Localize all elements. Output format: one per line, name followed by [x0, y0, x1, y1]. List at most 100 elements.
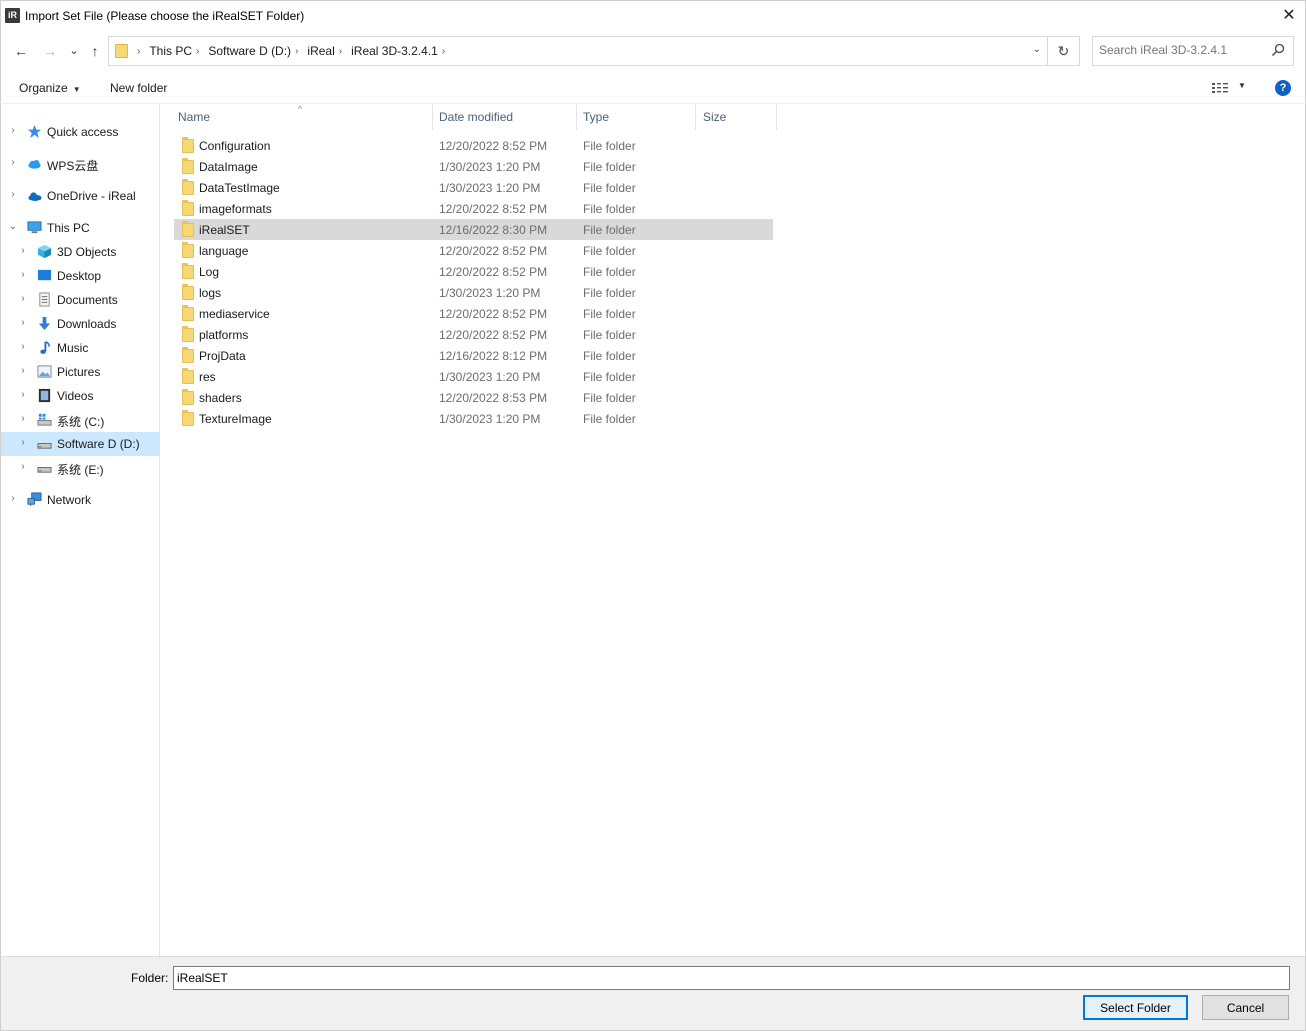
address-bar[interactable]: › This PC › Software D (D:) › iReal › iReal 3D-… — [108, 36, 1048, 66]
chevron-right-icon[interactable]: › — [18, 341, 28, 352]
sidebar-item-label: Videos — [57, 389, 94, 403]
sidebar-item-music[interactable]: › Music — [1, 336, 159, 360]
file-row[interactable]: iRealSET 12/16/2022 8:30 PM File folder — [174, 219, 773, 240]
sidebar-item-label: WPS云盘 — [47, 159, 99, 173]
chevron-right-icon[interactable]: › — [18, 461, 28, 472]
breadcrumb-separator-icon[interactable]: › — [442, 46, 445, 57]
column-divider[interactable] — [432, 104, 433, 130]
file-row[interactable]: TextureImage 1/30/2023 1:20 PM File folder — [174, 408, 773, 429]
sidebar-item-documents[interactable]: › Documents — [1, 288, 159, 312]
column-header-name[interactable]: Name — [178, 104, 210, 130]
chevron-right-icon[interactable]: › — [8, 493, 18, 504]
back-button[interactable]: ← — [11, 41, 31, 61]
breadcrumb-item[interactable]: This PC — [149, 44, 192, 58]
computer-icon — [27, 220, 42, 235]
chevron-right-icon[interactable]: › — [18, 269, 28, 280]
column-divider[interactable] — [695, 104, 696, 130]
folder-icon — [115, 44, 128, 58]
column-header-date[interactable]: Date modified — [439, 104, 513, 130]
view-dropdown-button[interactable]: ▼ — [1238, 81, 1246, 90]
folder-name-input[interactable] — [173, 966, 1290, 990]
sidebar-item-wps[interactable]: › WPS云盘 — [1, 152, 159, 176]
file-row[interactable]: mediaservice 12/20/2022 8:52 PM File folde… — [174, 303, 773, 324]
breadcrumb-separator-icon[interactable]: › — [196, 46, 199, 57]
column-divider[interactable] — [776, 104, 777, 130]
file-date-modified: 12/16/2022 8:30 PM — [439, 223, 548, 237]
sidebar-item-quick-access[interactable]: › Quick access — [1, 120, 159, 144]
file-row[interactable]: ProjData 12/16/2022 8:12 PM File folder — [174, 345, 773, 366]
new-folder-button[interactable]: New folder — [110, 81, 167, 95]
file-date-modified: 1/30/2023 1:20 PM — [439, 370, 541, 384]
search-icon[interactable] — [1271, 43, 1285, 57]
cancel-button[interactable]: Cancel — [1202, 995, 1289, 1020]
chevron-right-icon[interactable]: › — [18, 317, 28, 328]
forward-button[interactable]: → — [40, 41, 60, 61]
file-row[interactable]: language 12/20/2022 8:52 PM File folder — [174, 240, 773, 261]
refresh-button[interactable]: ↻ — [1048, 36, 1080, 66]
sidebar-item-3d-objects[interactable]: › 3D Objects — [1, 240, 159, 264]
sidebar-item-c[interactable]: › 系统 (C:) — [1, 408, 159, 432]
breadcrumb-item[interactable]: iReal 3D-3.2.4.1 — [351, 44, 438, 58]
search-box[interactable] — [1092, 36, 1294, 66]
breadcrumb-separator-icon[interactable]: › — [295, 46, 298, 57]
file-name: TextureImage — [199, 412, 272, 426]
breadcrumb-separator-icon[interactable]: › — [137, 46, 140, 57]
file-row[interactable]: DataImage 1/30/2023 1:20 PM File folder — [174, 156, 773, 177]
view-options-icon[interactable] — [1211, 81, 1231, 95]
file-type: File folder — [583, 286, 636, 300]
chevron-right-icon[interactable]: › — [18, 413, 28, 424]
file-row[interactable]: logs 1/30/2023 1:20 PM File folder — [174, 282, 773, 303]
sidebar-item-label: Downloads — [57, 317, 117, 331]
file-row[interactable]: platforms 12/20/2022 8:52 PM File folder — [174, 324, 773, 345]
chevron-right-icon[interactable]: › — [18, 293, 28, 304]
file-row[interactable]: Log 12/20/2022 8:52 PM File folder — [174, 261, 773, 282]
chevron-down-icon[interactable]: ⌄ — [8, 221, 18, 232]
file-type: File folder — [583, 244, 636, 258]
close-button[interactable]: ✕ — [1273, 1, 1305, 31]
chevron-right-icon[interactable]: › — [18, 245, 28, 256]
search-input[interactable] — [1099, 43, 1269, 57]
chevron-right-icon[interactable]: › — [18, 365, 28, 376]
sidebar-item-desktop[interactable]: › Desktop — [1, 264, 159, 288]
sidebar-item-label: OneDrive - iReal — [47, 189, 136, 203]
sidebar-item-videos[interactable]: › Videos — [1, 384, 159, 408]
file-name: iRealSET — [199, 223, 250, 237]
file-type: File folder — [583, 307, 636, 321]
sidebar-item-software-d-d[interactable]: › Software D (D:) — [1, 432, 159, 456]
breadcrumb-item[interactable]: iReal — [307, 44, 334, 58]
address-dropdown-button[interactable]: ⌄ — [1033, 44, 1041, 55]
sidebar-item-onedrive-ireal[interactable]: › OneDrive - iReal — [1, 184, 159, 208]
sidebar-item-pictures[interactable]: › Pictures — [1, 360, 159, 384]
column-header-size[interactable]: Size — [703, 104, 726, 130]
folder-icon — [182, 200, 194, 216]
breadcrumb-item[interactable]: Software D (D:) — [208, 44, 291, 58]
sidebar-item-label: 3D Objects — [57, 245, 117, 259]
chevron-right-icon[interactable]: › — [18, 437, 28, 448]
organize-button[interactable]: Organize ▼ — [19, 81, 81, 95]
title-bar: iR Import Set File (Please choose the iR… — [0, 0, 1306, 31]
column-header-type[interactable]: Type — [583, 104, 609, 130]
file-row[interactable]: res 1/30/2023 1:20 PM File folder — [174, 366, 773, 387]
file-row[interactable]: DataTestImage 1/30/2023 1:20 PM File folde… — [174, 177, 773, 198]
file-row[interactable]: shaders 12/20/2022 8:53 PM File folder — [174, 387, 773, 408]
column-divider[interactable] — [576, 104, 577, 130]
document-icon — [37, 292, 52, 307]
chevron-right-icon[interactable]: › — [8, 125, 18, 136]
chevron-right-icon[interactable]: › — [18, 389, 28, 400]
sidebar-item-network[interactable]: › Network — [1, 488, 159, 512]
chevron-right-icon[interactable]: › — [8, 189, 18, 200]
folder-icon — [182, 158, 194, 174]
up-button[interactable]: ↑ — [85, 41, 105, 61]
chevron-right-icon[interactable]: › — [8, 157, 18, 168]
sidebar-item-downloads[interactable]: › Downloads — [1, 312, 159, 336]
file-row[interactable]: Configuration 12/20/2022 8:52 PM File fold… — [174, 135, 773, 156]
sidebar-item-e[interactable]: › 系统 (E:) — [1, 456, 159, 480]
select-folder-button[interactable]: Select Folder — [1083, 995, 1188, 1020]
recent-locations-button[interactable]: ⌄ — [64, 41, 84, 61]
sidebar-item-this-pc[interactable]: ⌄ This PC — [1, 216, 159, 240]
file-date-modified: 1/30/2023 1:20 PM — [439, 286, 541, 300]
breadcrumb-separator-icon[interactable]: › — [339, 46, 342, 57]
folder-icon — [182, 305, 194, 321]
help-icon[interactable]: ? — [1275, 80, 1291, 96]
file-row[interactable]: imageformats 12/20/2022 8:52 PM File folde… — [174, 198, 773, 219]
